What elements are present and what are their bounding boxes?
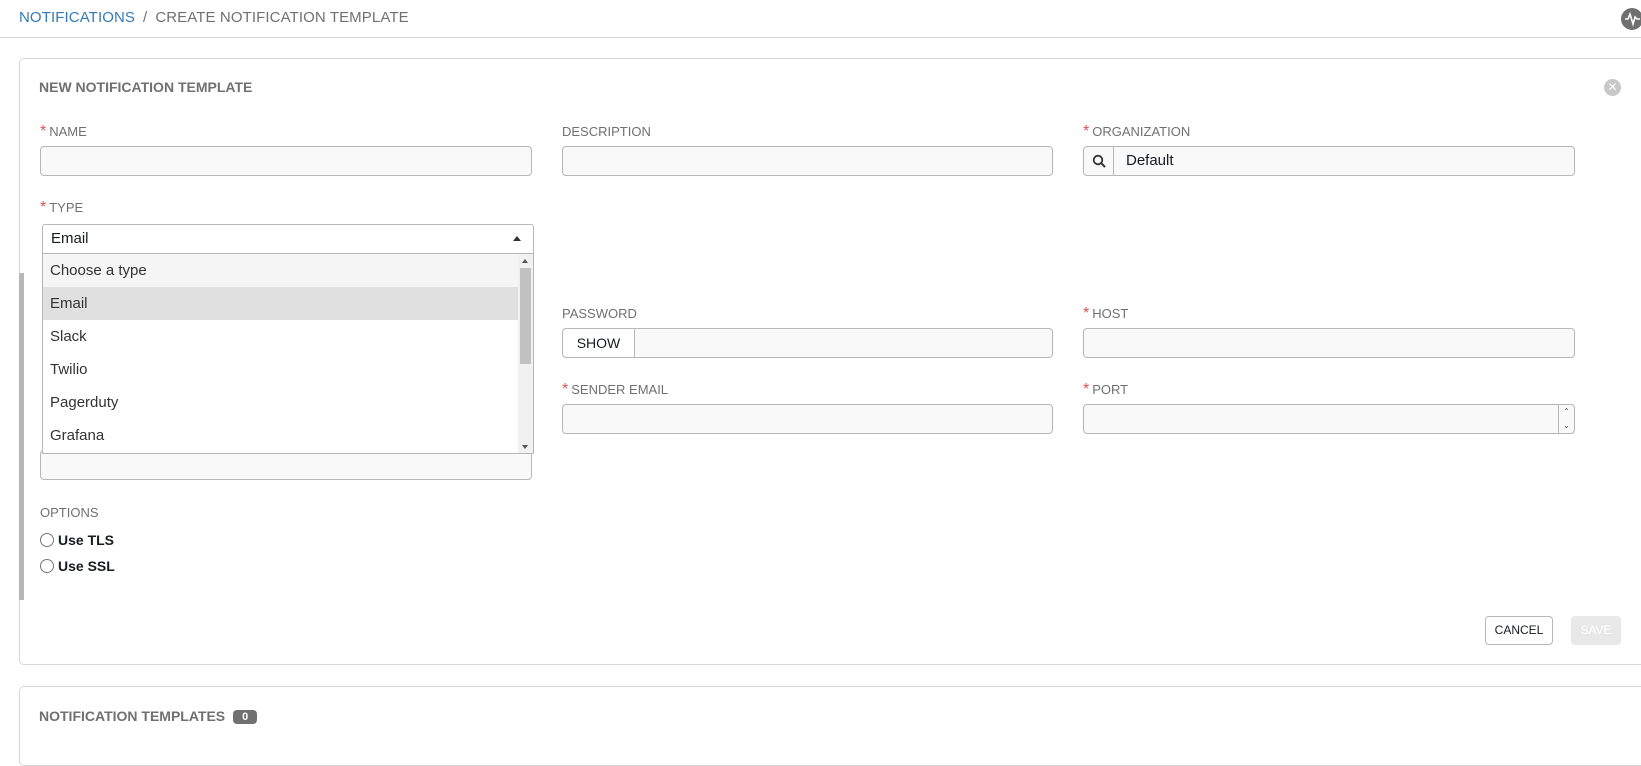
breadcrumb-separator: / (143, 9, 148, 26)
host-label: HOST (1092, 306, 1129, 321)
cancel-button[interactable]: CANCEL (1485, 616, 1553, 645)
left-scroll-indicator (19, 273, 24, 600)
organization-label: ORGANIZATION (1092, 124, 1191, 139)
scroll-down-icon[interactable] (522, 445, 528, 449)
required-marker: * (40, 199, 47, 216)
use-tls-label: Use TLS (58, 532, 115, 548)
options-field: OPTIONS (40, 505, 99, 521)
required-marker: * (562, 381, 569, 398)
panel-title: NEW NOTIFICATION TEMPLATE (39, 79, 253, 95)
templates-list-title-text: NOTIFICATION TEMPLATES (39, 708, 226, 724)
close-icon[interactable]: ✕ (1604, 79, 1621, 96)
port-stepper[interactable]: ⌃ ⌄ (1558, 405, 1574, 433)
use-ssl-radio[interactable] (40, 559, 54, 573)
description-field: DESCRIPTION (562, 124, 651, 140)
organization-value: Default (1126, 152, 1174, 169)
sender-email-label: SENDER EMAIL (571, 382, 669, 397)
host-field: * HOST (1083, 306, 1128, 322)
use-tls-radio[interactable] (40, 533, 54, 547)
username-input[interactable] (40, 450, 532, 480)
chevron-down-icon[interactable]: ⌄ (1559, 419, 1574, 433)
port-label: PORT (1092, 382, 1129, 397)
required-marker: * (40, 123, 47, 140)
required-marker: * (1083, 123, 1090, 140)
organization-field: * ORGANIZATION (1083, 124, 1190, 140)
type-option-choose[interactable]: Choose a type (43, 254, 520, 287)
organization-lookup[interactable]: Default (1083, 146, 1575, 176)
type-option-grafana[interactable]: Grafana (43, 419, 520, 452)
breadcrumb-notifications-link[interactable]: NOTIFICATIONS (19, 9, 135, 26)
activity-stream-icon[interactable] (1621, 8, 1641, 30)
required-marker: * (1083, 381, 1090, 398)
type-dropdown-list: Choose a type Email Slack Twilio Pagerdu… (42, 254, 534, 454)
templates-list-title: NOTIFICATION TEMPLATES 0 (39, 708, 258, 725)
scrollbar-thumb[interactable] (520, 268, 531, 364)
breadcrumb-current: CREATE NOTIFICATION TEMPLATE (155, 9, 409, 26)
name-field: * NAME (40, 124, 87, 140)
options-label: OPTIONS (40, 505, 99, 520)
type-option-pagerduty[interactable]: Pagerduty (43, 386, 520, 419)
templates-count-badge: 0 (233, 710, 258, 725)
sender-email-input[interactable] (562, 404, 1053, 434)
password-input[interactable]: SHOW (562, 328, 1053, 358)
dropdown-scrollbar[interactable] (518, 254, 533, 453)
name-input[interactable] (40, 146, 532, 176)
top-bar: NOTIFICATIONS / CREATE NOTIFICATION TEMPLA… (0, 0, 1641, 38)
password-label: PASSWORD (562, 306, 637, 321)
chevron-up-icon[interactable]: ⌃ (1559, 405, 1574, 419)
use-tls-option[interactable]: Use TLS (40, 531, 114, 549)
port-input[interactable]: ⌃ ⌄ (1083, 404, 1575, 434)
host-input[interactable] (1083, 328, 1575, 358)
type-select[interactable]: Email (42, 224, 534, 254)
type-option-email[interactable]: Email (43, 287, 520, 320)
description-input[interactable] (562, 146, 1053, 176)
breadcrumb: NOTIFICATIONS / CREATE NOTIFICATION TEMPLA… (19, 9, 409, 26)
name-label: NAME (49, 124, 87, 139)
save-button[interactable]: SAVE (1571, 616, 1621, 645)
type-field: * TYPE (40, 200, 83, 216)
templates-list-panel (19, 686, 1641, 766)
type-option-slack[interactable]: Slack (43, 320, 520, 353)
use-ssl-option[interactable]: Use SSL (40, 557, 115, 575)
password-field: PASSWORD (562, 306, 637, 322)
sender-email-field: * SENDER EMAIL (562, 382, 668, 398)
password-show-button[interactable]: SHOW (563, 329, 635, 357)
port-field: * PORT (1083, 382, 1128, 398)
required-marker: * (1083, 305, 1090, 322)
type-selected-value: Email (51, 230, 89, 247)
type-option-twilio[interactable]: Twilio (43, 353, 520, 386)
search-icon[interactable] (1084, 147, 1114, 175)
type-label: TYPE (49, 200, 84, 215)
description-label: DESCRIPTION (562, 124, 651, 139)
caret-up-icon (513, 236, 521, 241)
use-ssl-label: Use SSL (58, 558, 115, 574)
scroll-up-icon[interactable] (522, 259, 528, 263)
